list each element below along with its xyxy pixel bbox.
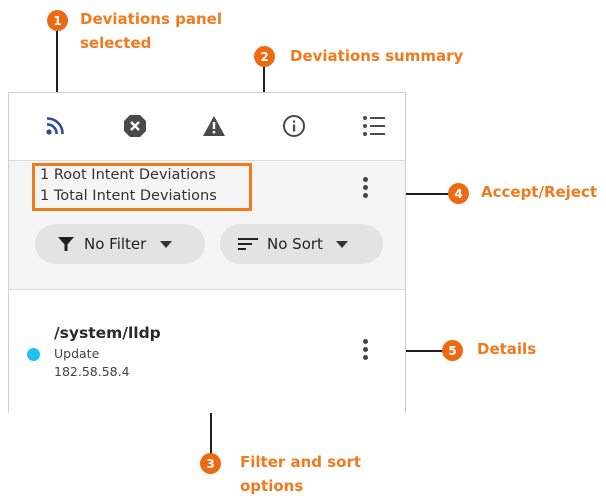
root-deviations-count: 1 Root Intent Deviations <box>40 167 216 183</box>
callout-2-label: Deviations summary <box>290 47 464 65</box>
info-icon <box>283 115 305 137</box>
callout-4-label: Accept/Reject <box>481 183 598 201</box>
info-tab[interactable] <box>274 106 314 146</box>
error-icon <box>124 115 146 137</box>
filter-label: No Filter <box>84 235 147 253</box>
warnings-tab[interactable] <box>194 106 234 146</box>
filter-chevron-down-icon <box>160 240 173 248</box>
callout-2-badge: 2 <box>254 46 275 67</box>
callout-5-label: Details <box>477 340 537 358</box>
sort-chevron-down-icon <box>335 240 348 248</box>
callout-3-label-line2: options <box>240 477 304 495</box>
summary-actions-menu-icon[interactable] <box>362 177 368 198</box>
warning-icon <box>203 116 225 136</box>
sort-icon <box>238 238 258 250</box>
callout-3-badge: 3 <box>200 453 221 474</box>
callout-1-label-line1: Deviations panel <box>80 10 222 28</box>
deviations-icon <box>46 117 64 135</box>
sort-label: No Sort <box>267 235 323 253</box>
callout-1-badge: 1 <box>47 10 68 31</box>
deviations-tab[interactable] <box>35 106 75 146</box>
list-icon <box>363 116 385 136</box>
list-tab[interactable] <box>354 106 394 146</box>
filter-dropdown[interactable]: No Filter <box>35 224 205 264</box>
sort-dropdown[interactable]: No Sort <box>220 224 383 264</box>
errors-tab[interactable] <box>115 106 155 146</box>
callout-3-label-line1: Filter and sort <box>240 453 362 471</box>
deviation-address: 182.58.58.4 <box>54 364 130 379</box>
deviation-list-item[interactable]: /system/lldp Update 182.58.58.4 <box>9 289 405 413</box>
callout-1-label-line2: selected <box>80 34 152 52</box>
panel-toolbar <box>9 93 405 161</box>
total-deviations-count: 1 Total Intent Deviations <box>40 188 217 204</box>
status-indicator-dot <box>27 348 40 361</box>
deviations-panel: 1 Root Intent Deviations 1 Total Intent … <box>8 92 406 413</box>
callout-5-badge: 5 <box>442 340 463 361</box>
callout-4-badge: 4 <box>448 183 469 204</box>
deviation-path: /system/lldp <box>54 324 161 342</box>
deviation-action: Update <box>54 346 100 361</box>
filter-icon <box>58 237 74 251</box>
item-details-menu-icon[interactable] <box>362 339 368 360</box>
